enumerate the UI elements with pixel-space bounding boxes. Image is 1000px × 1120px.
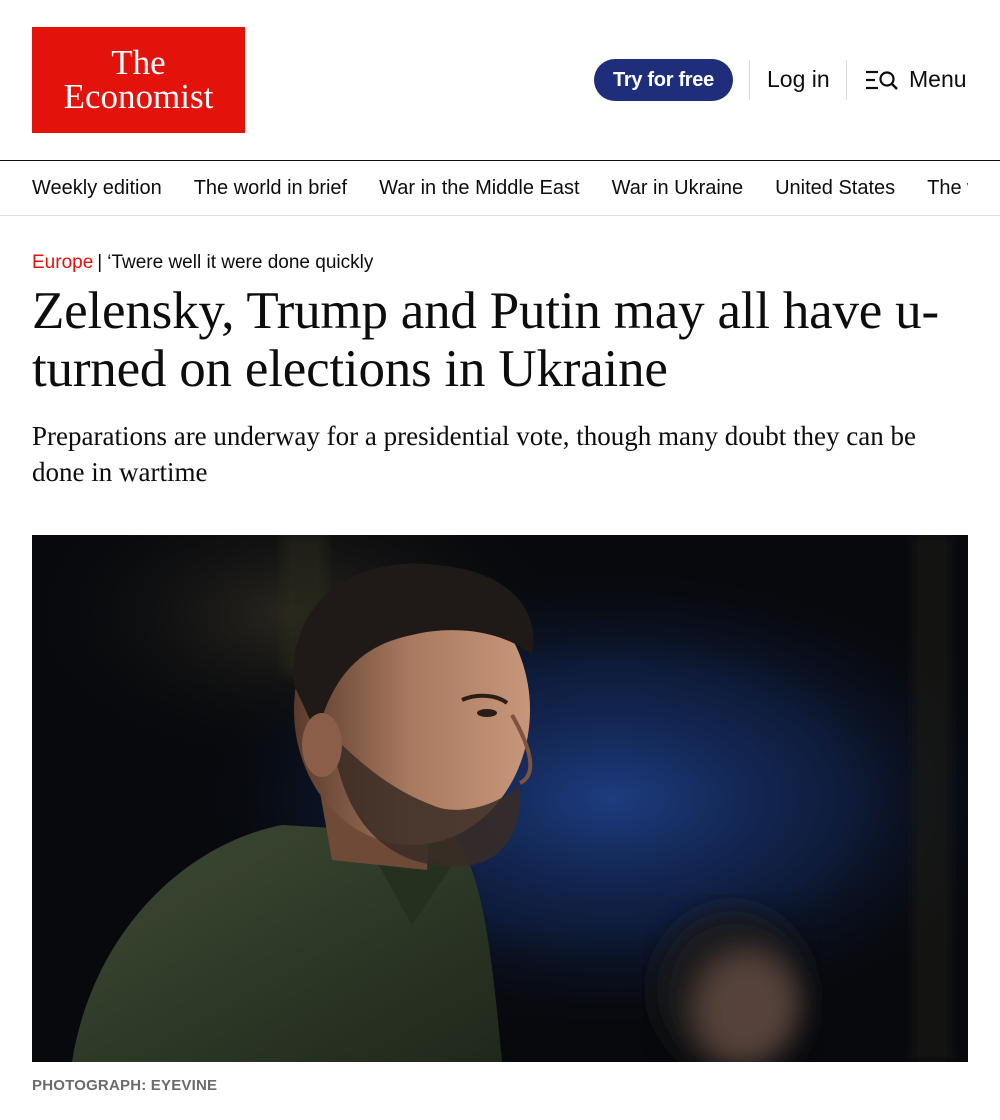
section-nav: Weekly edition The world in brief War in… [0,160,1000,216]
nav-item-united-states[interactable]: United States [775,177,895,200]
log-in-link[interactable]: Log in [767,66,830,93]
menu-label: Menu [909,66,967,92]
header-divider [749,60,750,100]
try-for-free-button[interactable]: Try for free [594,59,733,101]
section-link[interactable]: Europe [32,252,93,273]
nav-item-weekly-edition[interactable]: Weekly edition [32,177,162,200]
photo-illustration [32,535,968,1062]
fly-title: ‘Twere well it were done quickly [107,252,374,273]
logo-line-1: The [111,42,166,82]
header-divider [846,60,847,100]
nav-item-world-economy[interactable]: The world economy [927,177,968,200]
menu-button[interactable]: Menu [865,66,967,93]
article-photo [32,535,968,1062]
menu-search-icon [865,69,899,91]
economist-logo[interactable]: The Economist [32,27,245,133]
article-rubric: Europe | ‘Twere well it were done quickly [32,252,373,274]
nav-item-war-ukraine[interactable]: War in Ukraine [612,177,744,200]
nav-item-war-middle-east[interactable]: War in the Middle East [379,177,579,200]
nav-item-world-in-brief[interactable]: The world in brief [194,177,347,200]
article-headline: Zelensky, Trump and Putin may all have u… [32,282,939,398]
article-standfirst: Preparations are underway for a presiden… [32,421,916,487]
photo-caption: PHOTOGRAPH: EYEVINE [32,1077,218,1094]
logo-line-2: Economist [63,77,214,116]
rubric-separator: | [97,252,103,273]
